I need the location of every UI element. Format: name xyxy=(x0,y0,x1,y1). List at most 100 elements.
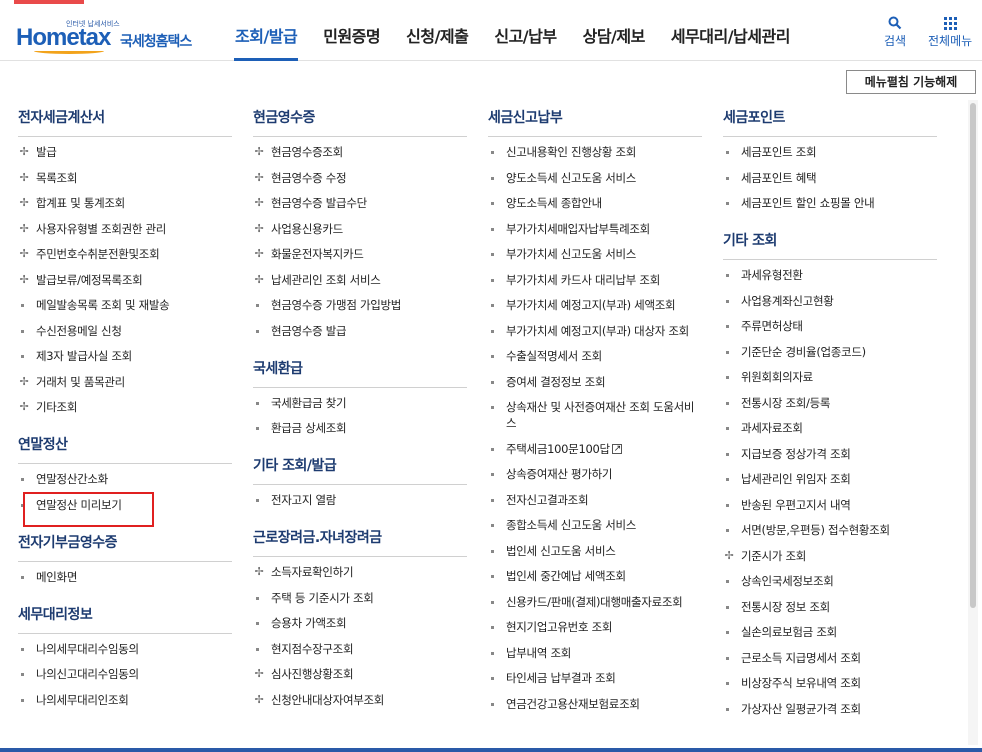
menu-item[interactable]: 부가가치세 카드사 대리납부 조회 xyxy=(488,272,702,288)
menu-item[interactable]: 종합소득세 신고도움 서비스 xyxy=(488,517,702,533)
menu-item[interactable]: 연말정산간소화 xyxy=(18,471,232,487)
menu-item[interactable]: 환급금 상세조회 xyxy=(253,420,467,436)
menu-item[interactable]: 부가가치세 신고도움 서비스 xyxy=(488,246,702,262)
expand-plus-icon[interactable]: ✢ xyxy=(18,246,30,262)
menu-item[interactable]: ✢ 발급 xyxy=(18,144,232,160)
menu-item[interactable]: 국세환급금 찾기 xyxy=(253,395,467,411)
menu-item[interactable]: ✢ 주민번호수취분전환및조회 xyxy=(18,246,232,262)
menu-item[interactable]: 전자신고결과조회 xyxy=(488,492,702,508)
section-title[interactable]: 세금포인트 xyxy=(723,100,937,137)
menu-item[interactable]: ✢ 납세관리인 조회 서비스 xyxy=(253,272,467,288)
expand-plus-icon[interactable]: ✢ xyxy=(253,692,265,708)
hometax-logo[interactable]: 인터넷 납세서비스 Hometax 국세청홈택스 xyxy=(16,10,206,54)
menu-item[interactable]: 제3자 발급사실 조회 xyxy=(18,348,232,364)
menu-item[interactable]: ✢ 기준시가 조회 xyxy=(723,548,937,564)
section-title[interactable]: 전자세금계산서 xyxy=(18,100,232,137)
section-title[interactable]: 전자기부금영수증 xyxy=(18,525,232,562)
menu-item[interactable]: ✢ 거래처 및 품목관리 xyxy=(18,374,232,390)
menu-item[interactable]: ✢ 현금영수증 발급수단 xyxy=(253,195,467,211)
menu-item[interactable]: ✢ 소득자료확인하기 xyxy=(253,564,467,580)
menu-item[interactable]: 과세자료조회 xyxy=(723,420,937,436)
menu-item[interactable]: 메일발송목록 조회 및 재발송 xyxy=(18,297,232,313)
section-title[interactable]: 근로장려금.자녀장려금 xyxy=(253,520,467,557)
menu-item[interactable]: 전통시장 정보 조회 xyxy=(723,599,937,615)
section-title[interactable]: 세금신고납부 xyxy=(488,100,702,137)
menu-item[interactable]: 주택세금100문100답 xyxy=(488,441,702,457)
menu-item[interactable]: 납세관리인 위임자 조회 xyxy=(723,471,937,487)
menu-item[interactable]: 연금건강고용산재보험료조회 xyxy=(488,696,702,712)
expand-plus-icon[interactable]: ✢ xyxy=(253,221,265,237)
menu-item[interactable]: 주택 등 기준시가 조회 xyxy=(253,590,467,606)
menu-item[interactable]: 서면(방문,우편등) 접수현황조회 xyxy=(723,522,937,538)
expand-plus-icon[interactable]: ✢ xyxy=(253,564,265,580)
gnb-item[interactable]: 신청/제출 xyxy=(393,0,481,61)
section-title[interactable]: 연말정산 xyxy=(18,427,232,464)
menu-item[interactable]: 수신전용메일 신청 xyxy=(18,323,232,339)
expand-plus-icon[interactable]: ✢ xyxy=(18,170,30,186)
section-title[interactable]: 세무대리정보 xyxy=(18,597,232,634)
gnb-item[interactable]: 상담/제보 xyxy=(570,0,658,61)
all-menu-button[interactable]: 전체메뉴 xyxy=(928,14,972,49)
menu-item[interactable]: ✢ 목록조회 xyxy=(18,170,232,186)
expand-plus-icon[interactable]: ✢ xyxy=(253,195,265,211)
menu-item[interactable]: 상속인국세정보조회 xyxy=(723,573,937,589)
menu-item[interactable]: 부가가치세매입자납부특례조회 xyxy=(488,221,702,237)
scrollbar-thumb[interactable] xyxy=(970,103,976,608)
gnb-item[interactable]: 신고/납부 xyxy=(481,0,569,61)
menu-item[interactable]: 위원회회의자료 xyxy=(723,369,937,385)
menu-item[interactable]: 현금영수증 가맹점 가입방법 xyxy=(253,297,467,313)
section-title[interactable]: 국세환급 xyxy=(253,351,467,388)
menu-item[interactable]: 신용카드/판매(결제)대행매출자료조회 xyxy=(488,594,702,610)
menu-item[interactable]: ✢ 발급보류/예정목록조회 xyxy=(18,272,232,288)
menu-item[interactable]: 양도소득세 종합안내 xyxy=(488,195,702,211)
menu-item[interactable]: 과세유형전환 xyxy=(723,267,937,283)
menu-item[interactable]: 상속재산 및 사전증여재산 조회 도움서비스 xyxy=(488,399,702,431)
menu-item[interactable]: 주류면허상태 xyxy=(723,318,937,334)
menu-item[interactable]: 나의신고대리수임동의 xyxy=(18,666,232,682)
menu-item[interactable]: 기준단순 경비율(업종코드) xyxy=(723,344,937,360)
menu-item[interactable]: 부가가치세 예정고지(부과) 대상자 조회 xyxy=(488,323,702,339)
menu-item[interactable]: 양도소득세 신고도움 서비스 xyxy=(488,170,702,186)
menu-item[interactable]: ✢ 신청안내대상자여부조회 xyxy=(253,692,467,708)
expand-plus-icon[interactable]: ✢ xyxy=(18,144,30,160)
expand-plus-icon[interactable]: ✢ xyxy=(253,666,265,682)
menu-item[interactable]: 상속증여재산 평가하기 xyxy=(488,466,702,482)
expand-plus-icon[interactable]: ✢ xyxy=(18,221,30,237)
menu-item[interactable]: ✢ 화물운전자복지카드 xyxy=(253,246,467,262)
menu-item[interactable]: 사업용계좌신고현황 xyxy=(723,293,937,309)
menu-item[interactable]: ✢ 기타조회 xyxy=(18,399,232,415)
section-title[interactable]: 기타 조회 xyxy=(723,223,937,260)
menu-item[interactable]: 타인세금 납부결과 조회 xyxy=(488,670,702,686)
section-title[interactable]: 기타 조회/발급 xyxy=(253,448,467,485)
gnb-item[interactable]: 민원증명 xyxy=(310,0,393,61)
menu-item[interactable]: 비상장주식 보유내역 조회 xyxy=(723,675,937,691)
menu-item[interactable]: ✢ 사용자유형별 조회권한 관리 xyxy=(18,221,232,237)
expand-plus-icon[interactable]: ✢ xyxy=(18,272,30,288)
menu-item[interactable]: 현지점수장구조회 xyxy=(253,641,467,657)
expand-plus-icon[interactable]: ✢ xyxy=(253,272,265,288)
external-link-icon[interactable] xyxy=(611,441,622,457)
menu-item[interactable]: ✢ 심사진행상황조회 xyxy=(253,666,467,682)
expand-plus-icon[interactable]: ✢ xyxy=(18,399,30,415)
expand-plus-icon[interactable]: ✢ xyxy=(18,195,30,211)
menu-item[interactable]: 증여세 결정정보 조회 xyxy=(488,374,702,390)
section-title[interactable]: 현금영수증 xyxy=(253,100,467,137)
menu-item[interactable]: 메인화면 xyxy=(18,569,232,585)
menu-item[interactable]: 실손의료보험금 조회 xyxy=(723,624,937,640)
expand-plus-icon[interactable]: ✢ xyxy=(18,374,30,390)
menu-item[interactable]: 부가가치세 예정고지(부과) 세액조회 xyxy=(488,297,702,313)
menu-expand-toggle-button[interactable]: 메뉴펼침 기능해제 xyxy=(846,70,976,94)
menu-item[interactable]: 세금포인트 혜택 xyxy=(723,170,937,186)
menu-item[interactable]: 전통시장 조회/등록 xyxy=(723,395,937,411)
menu-item[interactable]: 법인세 중간예납 세액조회 xyxy=(488,568,702,584)
menu-item[interactable]: ✢ 합계표 및 통계조회 xyxy=(18,195,232,211)
menu-item[interactable]: 나의세무대리수임동의 xyxy=(18,641,232,657)
menu-item[interactable]: 근로소득 지급명세서 조회 xyxy=(723,650,937,666)
gnb-item[interactable]: 세무대리/납세관리 xyxy=(658,0,803,61)
menu-item[interactable]: 반송된 우편고지서 내역 xyxy=(723,497,937,513)
menu-item[interactable]: 세금포인트 조회 xyxy=(723,144,937,160)
menu-item[interactable]: 나의세무대리인조회 xyxy=(18,692,232,708)
expand-plus-icon[interactable]: ✢ xyxy=(253,170,265,186)
expand-plus-icon[interactable]: ✢ xyxy=(723,548,735,564)
menu-item[interactable]: 세금포인트 할인 쇼핑몰 안내 xyxy=(723,195,937,211)
